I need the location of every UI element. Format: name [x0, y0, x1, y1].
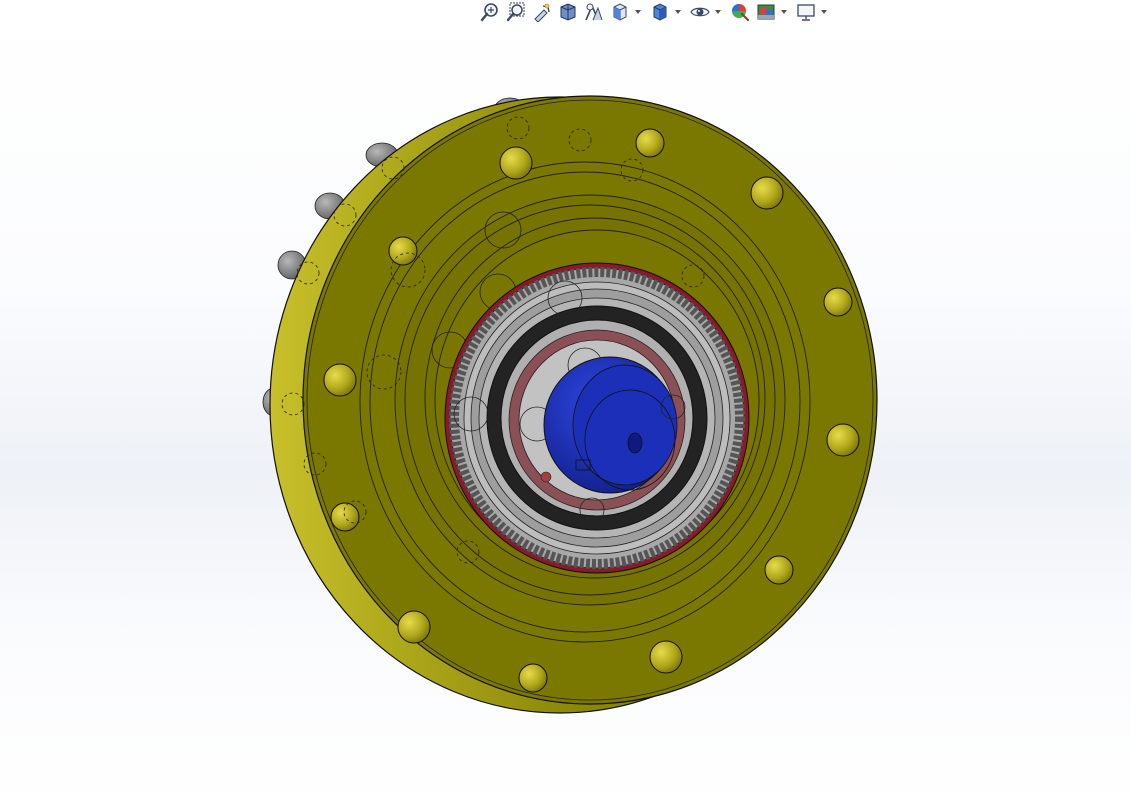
3d-model-view[interactable]: [0, 0, 1131, 811]
display-style-button[interactable]: [648, 0, 672, 24]
view-orientation-button[interactable]: [608, 0, 632, 24]
display-style-icon: [653, 3, 667, 21]
view-settings-dropdown[interactable]: [820, 0, 828, 24]
chevron-down-icon: [781, 10, 787, 14]
drive-shaft: [543, 356, 678, 494]
zoom-to-fit-icon: [480, 3, 498, 22]
hide-show-items-dropdown[interactable]: [714, 0, 722, 24]
apply-scene-icon: [757, 4, 775, 20]
hide-show-icon: [690, 7, 710, 17]
apply-scene-button[interactable]: [754, 0, 778, 24]
edit-appearance-icon: [732, 4, 750, 22]
chevron-down-icon: [715, 10, 721, 14]
view-orientation-icon: [613, 3, 627, 21]
view-settings-button[interactable]: [794, 0, 818, 24]
view-orientation-dropdown[interactable]: [634, 0, 642, 24]
graphics-area[interactable]: [0, 0, 1131, 811]
chevron-down-icon: [635, 10, 641, 14]
chevron-down-icon: [675, 10, 681, 14]
previous-view-icon: [534, 3, 550, 22]
edit-appearance-button[interactable]: [728, 0, 752, 24]
heads-up-view-toolbar: [478, 0, 832, 24]
display-style-dropdown[interactable]: [674, 0, 682, 24]
chevron-down-icon: [821, 10, 827, 14]
dynamic-annotation-icon: [585, 3, 603, 21]
previous-view-button[interactable]: [530, 0, 554, 24]
dynamic-annotation-views-button[interactable]: [582, 0, 606, 24]
hide-show-items-button[interactable]: [688, 0, 712, 24]
section-view-icon: [560, 3, 576, 21]
apply-scene-dropdown[interactable]: [780, 0, 788, 24]
monitor-icon: [797, 4, 815, 21]
section-view-button[interactable]: [556, 0, 580, 24]
zoom-to-fit-button[interactable]: [478, 0, 502, 24]
zoom-to-area-button[interactable]: [504, 0, 528, 24]
zoom-to-area-icon: [506, 2, 525, 22]
